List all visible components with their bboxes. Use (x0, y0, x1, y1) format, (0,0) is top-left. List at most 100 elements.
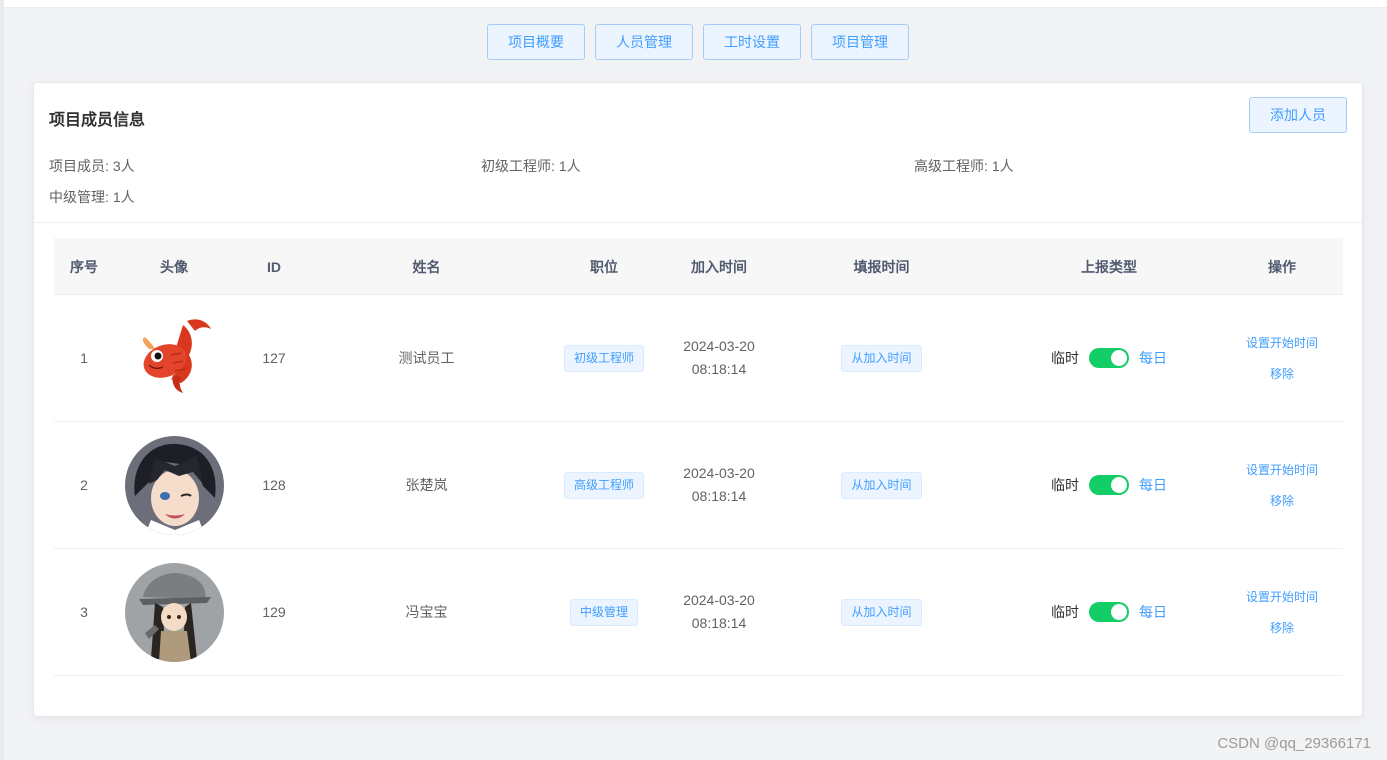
header-join-time: 加入时间 (691, 258, 747, 275)
join-time: 2024-03-20 08:18:14 (683, 462, 755, 508)
cell-name: 测试员工 (398, 350, 455, 366)
cell-join-time: 2024-03-20 08:18:14 (664, 295, 774, 421)
cell-join-time: 2024-03-20 08:18:14 (664, 422, 774, 548)
tab-bar: 项目概要 人员管理 工时设置 项目管理 (487, 24, 909, 60)
cell-position: 中级管理 (554, 549, 654, 675)
report-type-switch: 临时 每日 (1051, 475, 1167, 495)
table-header: 序号 头像 ID 姓名 职位 加入时间 填报时间 上报类型 操作 (54, 238, 1343, 295)
cell-avatar (124, 422, 224, 548)
cell-index: 1 (80, 350, 88, 366)
set-start-time-link[interactable]: 设置开始时间 (1246, 588, 1318, 605)
cell-fill-time: 从加入时间 (814, 422, 949, 548)
header-fill-time: 填报时间 (853, 258, 910, 275)
anime-girl-avatar (124, 562, 224, 662)
join-clock: 08:18:14 (691, 615, 747, 631)
anime-boy-avatar (124, 435, 224, 535)
remove-link[interactable]: 移除 (1270, 492, 1294, 509)
cell-name: 张楚岚 (405, 477, 448, 493)
stat-value: 1人 (558, 158, 581, 174)
member-table: 序号 头像 ID 姓名 职位 加入时间 填报时间 上报类型 操作 1 127 测… (54, 238, 1343, 676)
fill-time-tag: 从加入时间 (841, 471, 922, 499)
toggle-knob (1111, 477, 1127, 493)
cell-actions: 设置开始时间 移除 (1232, 422, 1332, 548)
join-date: 2024-03-20 (683, 592, 755, 608)
tab-hours-settings[interactable]: 工时设置 (703, 24, 801, 60)
cell-id: 128 (262, 477, 286, 493)
stat-value: 3人 (112, 158, 135, 174)
card-title: 项目成员信息 (49, 112, 146, 129)
report-type-switch: 临时 每日 (1051, 348, 1167, 368)
join-date: 2024-03-20 (683, 338, 755, 354)
toggle-knob (1111, 350, 1127, 366)
stat-total-members: 项目成员: 3人 (49, 156, 135, 176)
cell-id: 129 (262, 604, 286, 620)
stat-senior-engineer: 高级工程师: 1人 (914, 156, 1014, 176)
header-position: 职位 (590, 258, 618, 275)
watermark: CSDN @qq_29366171 (1217, 735, 1371, 752)
tab-project-overview[interactable]: 项目概要 (487, 24, 585, 60)
cell-index: 2 (80, 477, 88, 493)
card-header: 项目成员信息 添加人员 项目成员: 3人 初级工程师: 1人 高级工程师: 1人 中级… (34, 83, 1362, 223)
position-tag: 初级工程师 (563, 344, 644, 372)
header-actions: 操作 (1268, 258, 1296, 275)
cell-name: 冯宝宝 (405, 604, 448, 620)
stat-mid-manager: 中级管理: 1人 (49, 187, 135, 207)
join-clock: 08:18:14 (691, 361, 747, 377)
switch-label-temp: 临时 (1051, 350, 1079, 366)
switch-label-daily: 每日 (1139, 477, 1167, 493)
report-type-switch: 临时 每日 (1051, 602, 1167, 622)
cell-actions: 设置开始时间 移除 (1232, 549, 1332, 675)
header-index: 序号 (70, 258, 98, 275)
cell-actions: 设置开始时间 移除 (1232, 295, 1332, 421)
cell-report-type: 临时 每日 (1024, 422, 1194, 548)
switch-label-temp: 临时 (1051, 477, 1079, 493)
join-date: 2024-03-20 (683, 465, 755, 481)
report-type-toggle[interactable] (1089, 475, 1129, 495)
remove-link[interactable]: 移除 (1270, 619, 1294, 636)
cell-join-time: 2024-03-20 08:18:14 (664, 549, 774, 675)
stat-label: 高级工程师: (914, 158, 988, 174)
stat-label: 中级管理: (49, 189, 109, 205)
tab-personnel-management[interactable]: 人员管理 (595, 24, 693, 60)
report-type-toggle[interactable] (1089, 348, 1129, 368)
top-strip (0, 0, 1387, 8)
cell-position: 高级工程师 (554, 422, 654, 548)
join-time: 2024-03-20 08:18:14 (683, 589, 755, 635)
header-name: 姓名 (412, 258, 441, 275)
stat-junior-engineer: 初级工程师: 1人 (481, 156, 581, 176)
switch-label-temp: 临时 (1051, 604, 1079, 620)
tab-project-management[interactable]: 项目管理 (811, 24, 909, 60)
cell-fill-time: 从加入时间 (814, 295, 949, 421)
cell-report-type: 临时 每日 (1024, 295, 1194, 421)
join-clock: 08:18:14 (691, 488, 747, 504)
table-row: 1 127 测试员工 初级工程师 2024-03-20 08:18:14 从加入… (54, 295, 1343, 422)
report-type-toggle[interactable] (1089, 602, 1129, 622)
cell-avatar (124, 295, 224, 421)
cell-id: 127 (262, 350, 286, 366)
cell-fill-time: 从加入时间 (814, 549, 949, 675)
add-member-button[interactable]: 添加人员 (1249, 97, 1347, 133)
switch-label-daily: 每日 (1139, 350, 1167, 366)
header-id: ID (267, 258, 281, 275)
stat-value: 1人 (112, 189, 135, 205)
switch-label-daily: 每日 (1139, 604, 1167, 620)
position-tag: 高级工程师 (563, 471, 644, 499)
stat-label: 初级工程师: (481, 158, 555, 174)
stat-label: 项目成员: (49, 158, 109, 174)
fill-time-tag: 从加入时间 (841, 344, 922, 372)
remove-link[interactable]: 移除 (1270, 365, 1294, 382)
set-start-time-link[interactable]: 设置开始时间 (1246, 461, 1318, 478)
left-edge (0, 0, 4, 760)
member-info-card: 项目成员信息 添加人员 项目成员: 3人 初级工程师: 1人 高级工程师: 1人 中级… (33, 82, 1363, 717)
header-report-type: 上报类型 (1081, 258, 1137, 275)
table-row: 2 128 张楚岚 高级工程师 2024-03-20 08:18:14 从加入时… (54, 422, 1343, 549)
set-start-time-link[interactable]: 设置开始时间 (1246, 334, 1318, 351)
toggle-knob (1111, 604, 1127, 620)
join-time: 2024-03-20 08:18:14 (683, 335, 755, 381)
stat-value: 1人 (991, 158, 1014, 174)
koi-fish-avatar (124, 308, 224, 408)
position-tag: 中级管理 (569, 598, 638, 626)
fill-time-tag: 从加入时间 (841, 598, 922, 626)
header-avatar: 头像 (160, 258, 188, 275)
table-row: 3 129 冯宝宝 中级管理 2024-03-20 08:18:14 从加入时间… (54, 549, 1343, 676)
